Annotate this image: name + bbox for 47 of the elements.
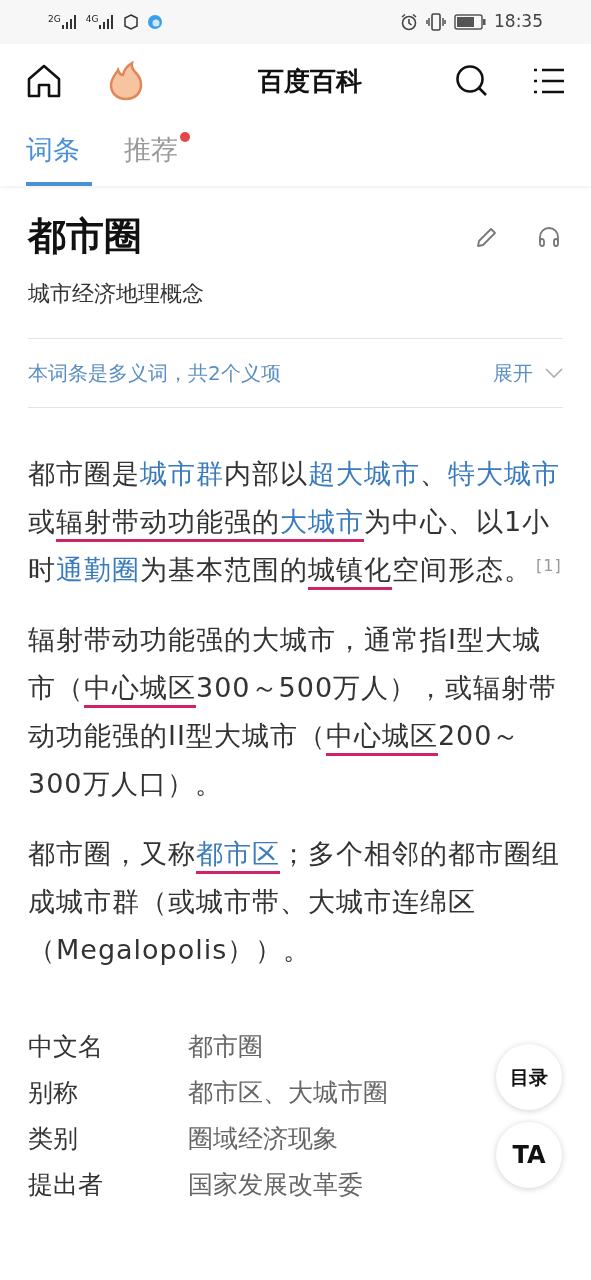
ta-button[interactable]: TA (496, 1122, 562, 1188)
info-value: 国家发展改革委 (188, 1169, 363, 1202)
battery-icon (454, 14, 486, 30)
link[interactable]: 大城市 (280, 506, 364, 542)
network-type: 4G (85, 15, 99, 24)
link[interactable]: 城市群 (140, 458, 224, 489)
app-title: 百度百科 (257, 64, 362, 98)
citation-link[interactable]: [1] (536, 556, 562, 575)
vibrate-icon (426, 13, 446, 31)
entry-title: 都市圈 (28, 213, 142, 260)
tab[interactable]: 推荐 (124, 118, 190, 186)
underlined-text: 中心城区 (325, 720, 438, 756)
paragraph: 辐射带动功能强的大城市，通常指I型大城市（中心城区300～500万人），或辐射带动功能强的II型大城市（中心城区200～300万人口）。 (28, 623, 559, 801)
network-type: 2G (48, 15, 61, 24)
signal-icon (99, 15, 116, 29)
paragraph: 都市圈是城市群内部以超大城市、特大城市 或辐射带动功能强的大城市为中心、以1小时通勤圈为基本范围的城镇化空间形态。$^{[1]}$ (28, 450, 563, 594)
underlined-text: 辐射带动功能强的 (56, 506, 280, 542)
flame-icon[interactable] (108, 61, 144, 101)
tab[interactable]: 词条 (26, 118, 92, 186)
search-icon[interactable] (455, 64, 489, 98)
info-value: 圈域经济现象 (188, 1123, 338, 1156)
underlined-text: 城镇化 (308, 554, 392, 590)
link[interactable]: 都市区 (196, 838, 280, 874)
expand-button[interactable]: 展开 (493, 358, 563, 388)
menu-icon[interactable] (533, 67, 565, 95)
info-value: 都市圈 (188, 1031, 263, 1064)
info-value: 都市区、大城市圈 (188, 1077, 388, 1110)
alarm-icon (400, 13, 418, 31)
home-icon[interactable] (26, 64, 62, 98)
underlined-text: 中心城区 (84, 672, 196, 708)
info-label: 提出者 (28, 1169, 104, 1202)
info-label: 别称 (28, 1077, 79, 1110)
entry-subtitle: 城市经济地理概念 (28, 280, 205, 308)
signal-icon (61, 15, 78, 29)
clock-time: 18:35 (494, 10, 543, 34)
link[interactable]: 超大城市 (308, 458, 420, 489)
polysemy-notice[interactable]: 本词条是多义词，共2个义项 (28, 358, 281, 388)
chevron-icon (545, 368, 563, 378)
shield-icon (123, 14, 140, 30)
headphones-icon[interactable] (537, 224, 561, 249)
info-label: 类别 (28, 1123, 79, 1156)
contents-button[interactable]: 目录 (496, 1044, 562, 1110)
info-label: 中文名 (28, 1031, 104, 1064)
app-icon (147, 14, 164, 30)
link[interactable]: 特大城市 (448, 458, 560, 489)
link[interactable]: 通勤圈 (56, 554, 140, 585)
paragraph: 都市圈，又称都市区；多个相邻的都市圈组成城市群（或城市带、大城市连绵区（Megalopolis））。 (28, 837, 561, 967)
